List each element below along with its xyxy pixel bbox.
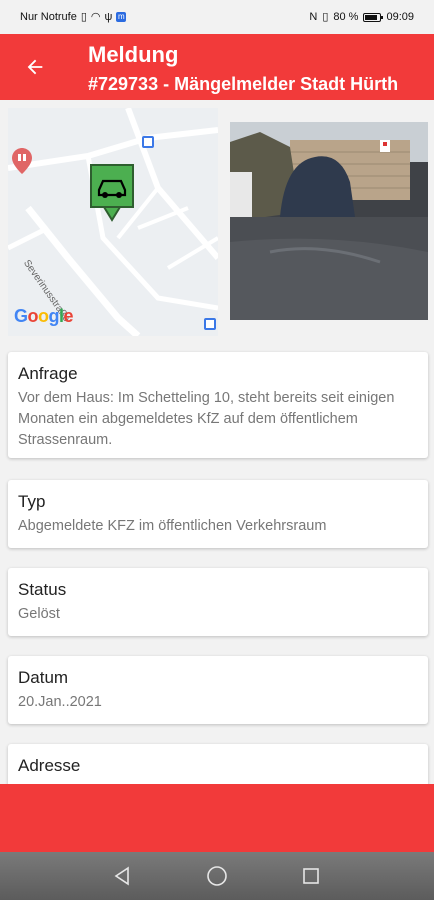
card-label: Typ [18, 492, 46, 511]
card-label: Status [18, 580, 67, 599]
circle-home-icon [207, 866, 227, 886]
content-scroll[interactable]: Severinusstraße Google Anfrage Vor dem H… [0, 100, 434, 784]
nav-home-button[interactable] [205, 864, 229, 888]
report-photo[interactable] [230, 122, 428, 320]
wifi-icon: ◠ [90, 10, 101, 23]
bus-stop-icon [142, 136, 154, 148]
sim-icon: ▯ [80, 10, 87, 23]
card-label: Datum [18, 668, 69, 687]
square-recent-icon [303, 868, 319, 884]
card-value: 20.Jan..2021 [18, 694, 102, 710]
arrow-left-icon [27, 59, 43, 75]
page-subtitle: #729733 - Mängelmelder Stadt Hürth [88, 74, 399, 94]
battery-percent: 80 % [333, 11, 359, 23]
photo-image [230, 122, 428, 320]
nfc-icon: N [309, 10, 318, 23]
card-value: Abgemeldete KFZ im öffentlichen Verkehrs… [18, 518, 327, 534]
usb-icon: ψ [104, 10, 113, 23]
card-anfrage: Anfrage Vor dem Haus: Im Schetteling 10,… [8, 352, 428, 458]
app-bar: Meldung #729733 - Mängelmelder Stadt Hür… [0, 34, 434, 100]
system-nav-bar [0, 852, 434, 900]
card-value: Gelöst [18, 606, 60, 622]
poi-pin-icon [12, 148, 32, 174]
card-status: Status Gelöst [8, 568, 428, 636]
vibrate-icon: ▯ [322, 10, 329, 23]
google-logo: Google [14, 306, 74, 326]
battery-icon [363, 12, 384, 22]
card-adresse: Adresse [8, 744, 428, 784]
card-label: Anfrage [18, 364, 78, 383]
card-label: Adresse [18, 756, 81, 775]
triangle-back-icon [114, 866, 129, 886]
status-bar: Nur Notrufe ▯ ◠ ψ m N ▯ 80 % 09:09 [0, 0, 434, 34]
app-notification-icon: m [116, 12, 127, 22]
card-value: Vor dem Haus: Im Schetteling 10, steht b… [18, 390, 395, 448]
page-title: Meldung [88, 42, 179, 67]
map-view[interactable]: Severinusstraße Google [8, 108, 218, 336]
car-marker-icon[interactable] [90, 164, 134, 222]
nav-recent-button[interactable] [299, 864, 323, 888]
card-typ: Typ Abgemeldete KFZ im öffentlichen Verk… [8, 480, 428, 548]
back-button[interactable] [20, 52, 50, 82]
bottom-action-bar [0, 784, 434, 852]
clock: 09:09 [386, 11, 414, 23]
card-datum: Datum 20.Jan..2021 [8, 656, 428, 724]
nav-back-button[interactable] [111, 864, 135, 888]
bus-stop-icon [204, 318, 216, 330]
carrier-text: Nur Notrufe [20, 11, 77, 23]
